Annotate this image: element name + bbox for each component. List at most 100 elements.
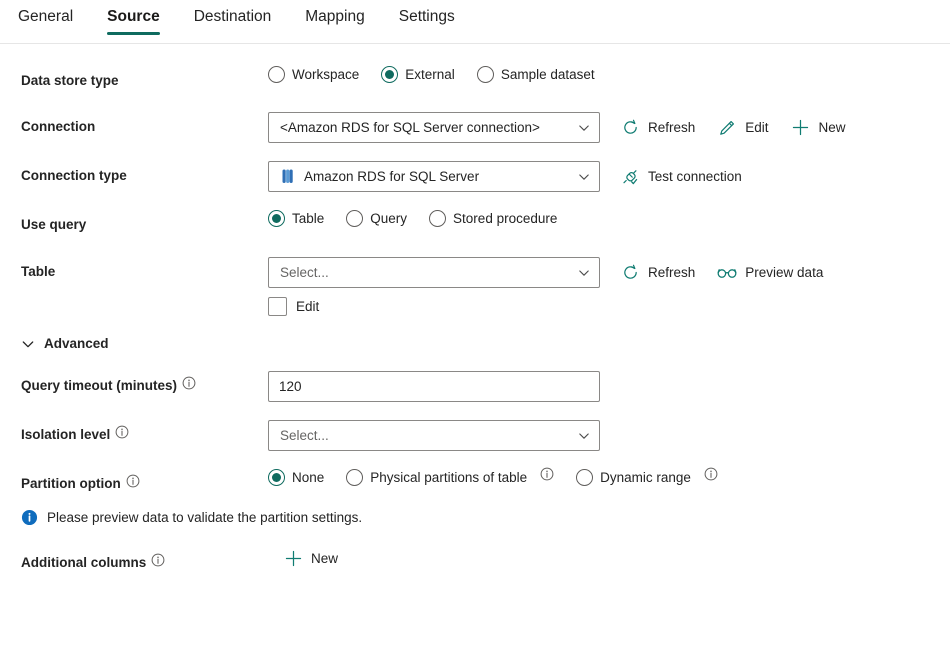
connection-edit-button[interactable]: Edit: [717, 118, 769, 138]
partition-option-label-text: Partition option: [21, 476, 121, 491]
connection-new-button[interactable]: New: [791, 118, 846, 138]
radio-label: Table: [292, 211, 325, 226]
row-query-timeout: Query timeout (minutes): [0, 371, 950, 402]
partition-info-message: Please preview data to validate the part…: [0, 509, 950, 526]
table-control-stack: Select... Refresh Preview data Edit: [268, 257, 823, 316]
radio-label: None: [292, 470, 325, 485]
info-icon[interactable]: [704, 467, 718, 481]
chevron-down-icon: [578, 430, 590, 442]
command-label: Refresh: [648, 120, 696, 135]
tab-source[interactable]: Source: [107, 9, 160, 35]
glasses-icon: [717, 263, 737, 283]
row-table: Table Select... Refresh Preview data Edi…: [0, 257, 950, 316]
chevron-down-icon: [578, 267, 590, 279]
query-timeout-input[interactable]: [268, 371, 600, 402]
row-partition-option: Partition option None Physical partition…: [0, 467, 950, 499]
isolation-level-value: Select...: [280, 428, 329, 443]
row-data-store-type: Data store type Workspace External Sampl…: [0, 66, 950, 96]
radio-circle-icon: [346, 210, 364, 227]
connection-dropdown[interactable]: <Amazon RDS for SQL Server connection>: [268, 112, 600, 143]
info-icon[interactable]: [126, 474, 140, 488]
radio-circle-icon: [346, 469, 364, 486]
radio-physical-partitions-of-table[interactable]: Physical partitions of table: [346, 467, 554, 486]
data-store-type-radio-group: Workspace External Sample dataset: [268, 66, 595, 83]
command-label: Refresh: [648, 265, 696, 280]
connection-type-value: Amazon RDS for SQL Server: [304, 169, 480, 184]
row-use-query: Use query Table Query Stored procedure: [0, 210, 950, 240]
info-icon[interactable]: [540, 467, 554, 481]
connection-type-commands: Test connection: [620, 167, 742, 187]
source-form: Data store type Workspace External Sampl…: [0, 44, 950, 578]
row-connection: Connection <Amazon RDS for SQL Server co…: [0, 112, 950, 143]
tab-general[interactable]: General: [18, 9, 73, 35]
radio-sample-dataset[interactable]: Sample dataset: [476, 66, 595, 83]
connection-label: Connection: [21, 119, 96, 134]
radio-label: Stored procedure: [453, 211, 558, 226]
command-label: New: [311, 550, 339, 566]
tab-mapping[interactable]: Mapping: [305, 9, 364, 35]
test-connection-button[interactable]: Test connection: [620, 167, 742, 187]
advanced-label: Advanced: [44, 336, 109, 351]
chevron-down-icon: [578, 122, 590, 134]
connection-type-control: Amazon RDS for SQL Server Test connectio…: [268, 161, 742, 192]
use-query-control: Table Query Stored procedure: [268, 210, 557, 227]
connection-commands: Refresh Edit New: [620, 118, 846, 138]
table-edit-checkbox[interactable]: Edit: [268, 297, 823, 316]
pencil-icon: [717, 118, 737, 138]
command-label: Preview data: [745, 265, 824, 280]
radio-circle-icon: [429, 210, 447, 227]
info-icon[interactable]: [182, 376, 196, 390]
data-store-type-control: Workspace External Sample dataset: [268, 66, 595, 83]
chevron-down-icon: [578, 171, 590, 183]
radio-label: Query: [370, 211, 408, 226]
advanced-section-toggle[interactable]: Advanced: [0, 336, 950, 351]
partition-option-radio-group: None Physical partitions of table Dynami…: [268, 467, 718, 486]
radio-circle-icon: [476, 66, 494, 83]
info-icon[interactable]: [151, 553, 165, 567]
data-store-type-label: Data store type: [21, 73, 119, 88]
connection-control: <Amazon RDS for SQL Server connection> R…: [268, 112, 846, 143]
use-query-radio-group: Table Query Stored procedure: [268, 210, 557, 227]
radio-query[interactable]: Query: [346, 210, 407, 227]
command-label: New: [818, 120, 846, 135]
use-query-label: Use query: [21, 217, 87, 232]
preview-data-button[interactable]: Preview data: [717, 263, 823, 283]
tab-destination[interactable]: Destination: [194, 9, 272, 35]
radio-external[interactable]: External: [381, 66, 455, 83]
plug-check-icon: [620, 167, 640, 187]
connection-value: <Amazon RDS for SQL Server connection>: [280, 120, 540, 135]
tab-bar: General Source Destination Mapping Setti…: [0, 0, 950, 44]
radio-workspace[interactable]: Workspace: [268, 66, 359, 83]
chevron-down-icon: [21, 337, 35, 351]
connection-type-label: Connection type: [21, 168, 127, 183]
tab-settings[interactable]: Settings: [399, 9, 455, 35]
radio-stored-procedure[interactable]: Stored procedure: [429, 210, 557, 227]
additional-columns-new-button[interactable]: New: [283, 548, 338, 568]
checkbox-label: Edit: [296, 299, 320, 314]
row-isolation-level: Isolation level Select...: [0, 420, 950, 451]
radio-circle-icon: [268, 66, 285, 83]
table-label: Table: [21, 264, 56, 279]
connection-type-dropdown[interactable]: Amazon RDS for SQL Server: [268, 161, 600, 192]
radio-label: Sample dataset: [500, 67, 595, 82]
isolation-level-dropdown[interactable]: Select...: [268, 420, 600, 451]
info-icon[interactable]: [115, 425, 129, 439]
table-value: Select...: [280, 265, 329, 280]
radio-circle-icon: [381, 66, 399, 83]
table-refresh-button[interactable]: Refresh: [620, 263, 695, 283]
plus-icon: [791, 118, 811, 138]
additional-columns-control: New: [268, 548, 338, 568]
radio-label: Dynamic range: [600, 470, 691, 485]
radio-none[interactable]: None: [268, 469, 324, 486]
refresh-icon: [620, 118, 640, 138]
query-timeout-label-text: Query timeout (minutes): [21, 378, 178, 393]
radio-table[interactable]: Table: [268, 210, 324, 227]
connection-refresh-button[interactable]: Refresh: [620, 118, 695, 138]
plus-icon: [283, 548, 303, 568]
info-filled-icon: [21, 509, 38, 526]
radio-dynamic-range[interactable]: Dynamic range: [576, 467, 718, 486]
checkbox-icon: [268, 297, 287, 316]
table-dropdown[interactable]: Select...: [268, 257, 600, 288]
isolation-level-label-text: Isolation level: [21, 427, 111, 442]
query-timeout-label: Query timeout (minutes): [0, 371, 268, 396]
